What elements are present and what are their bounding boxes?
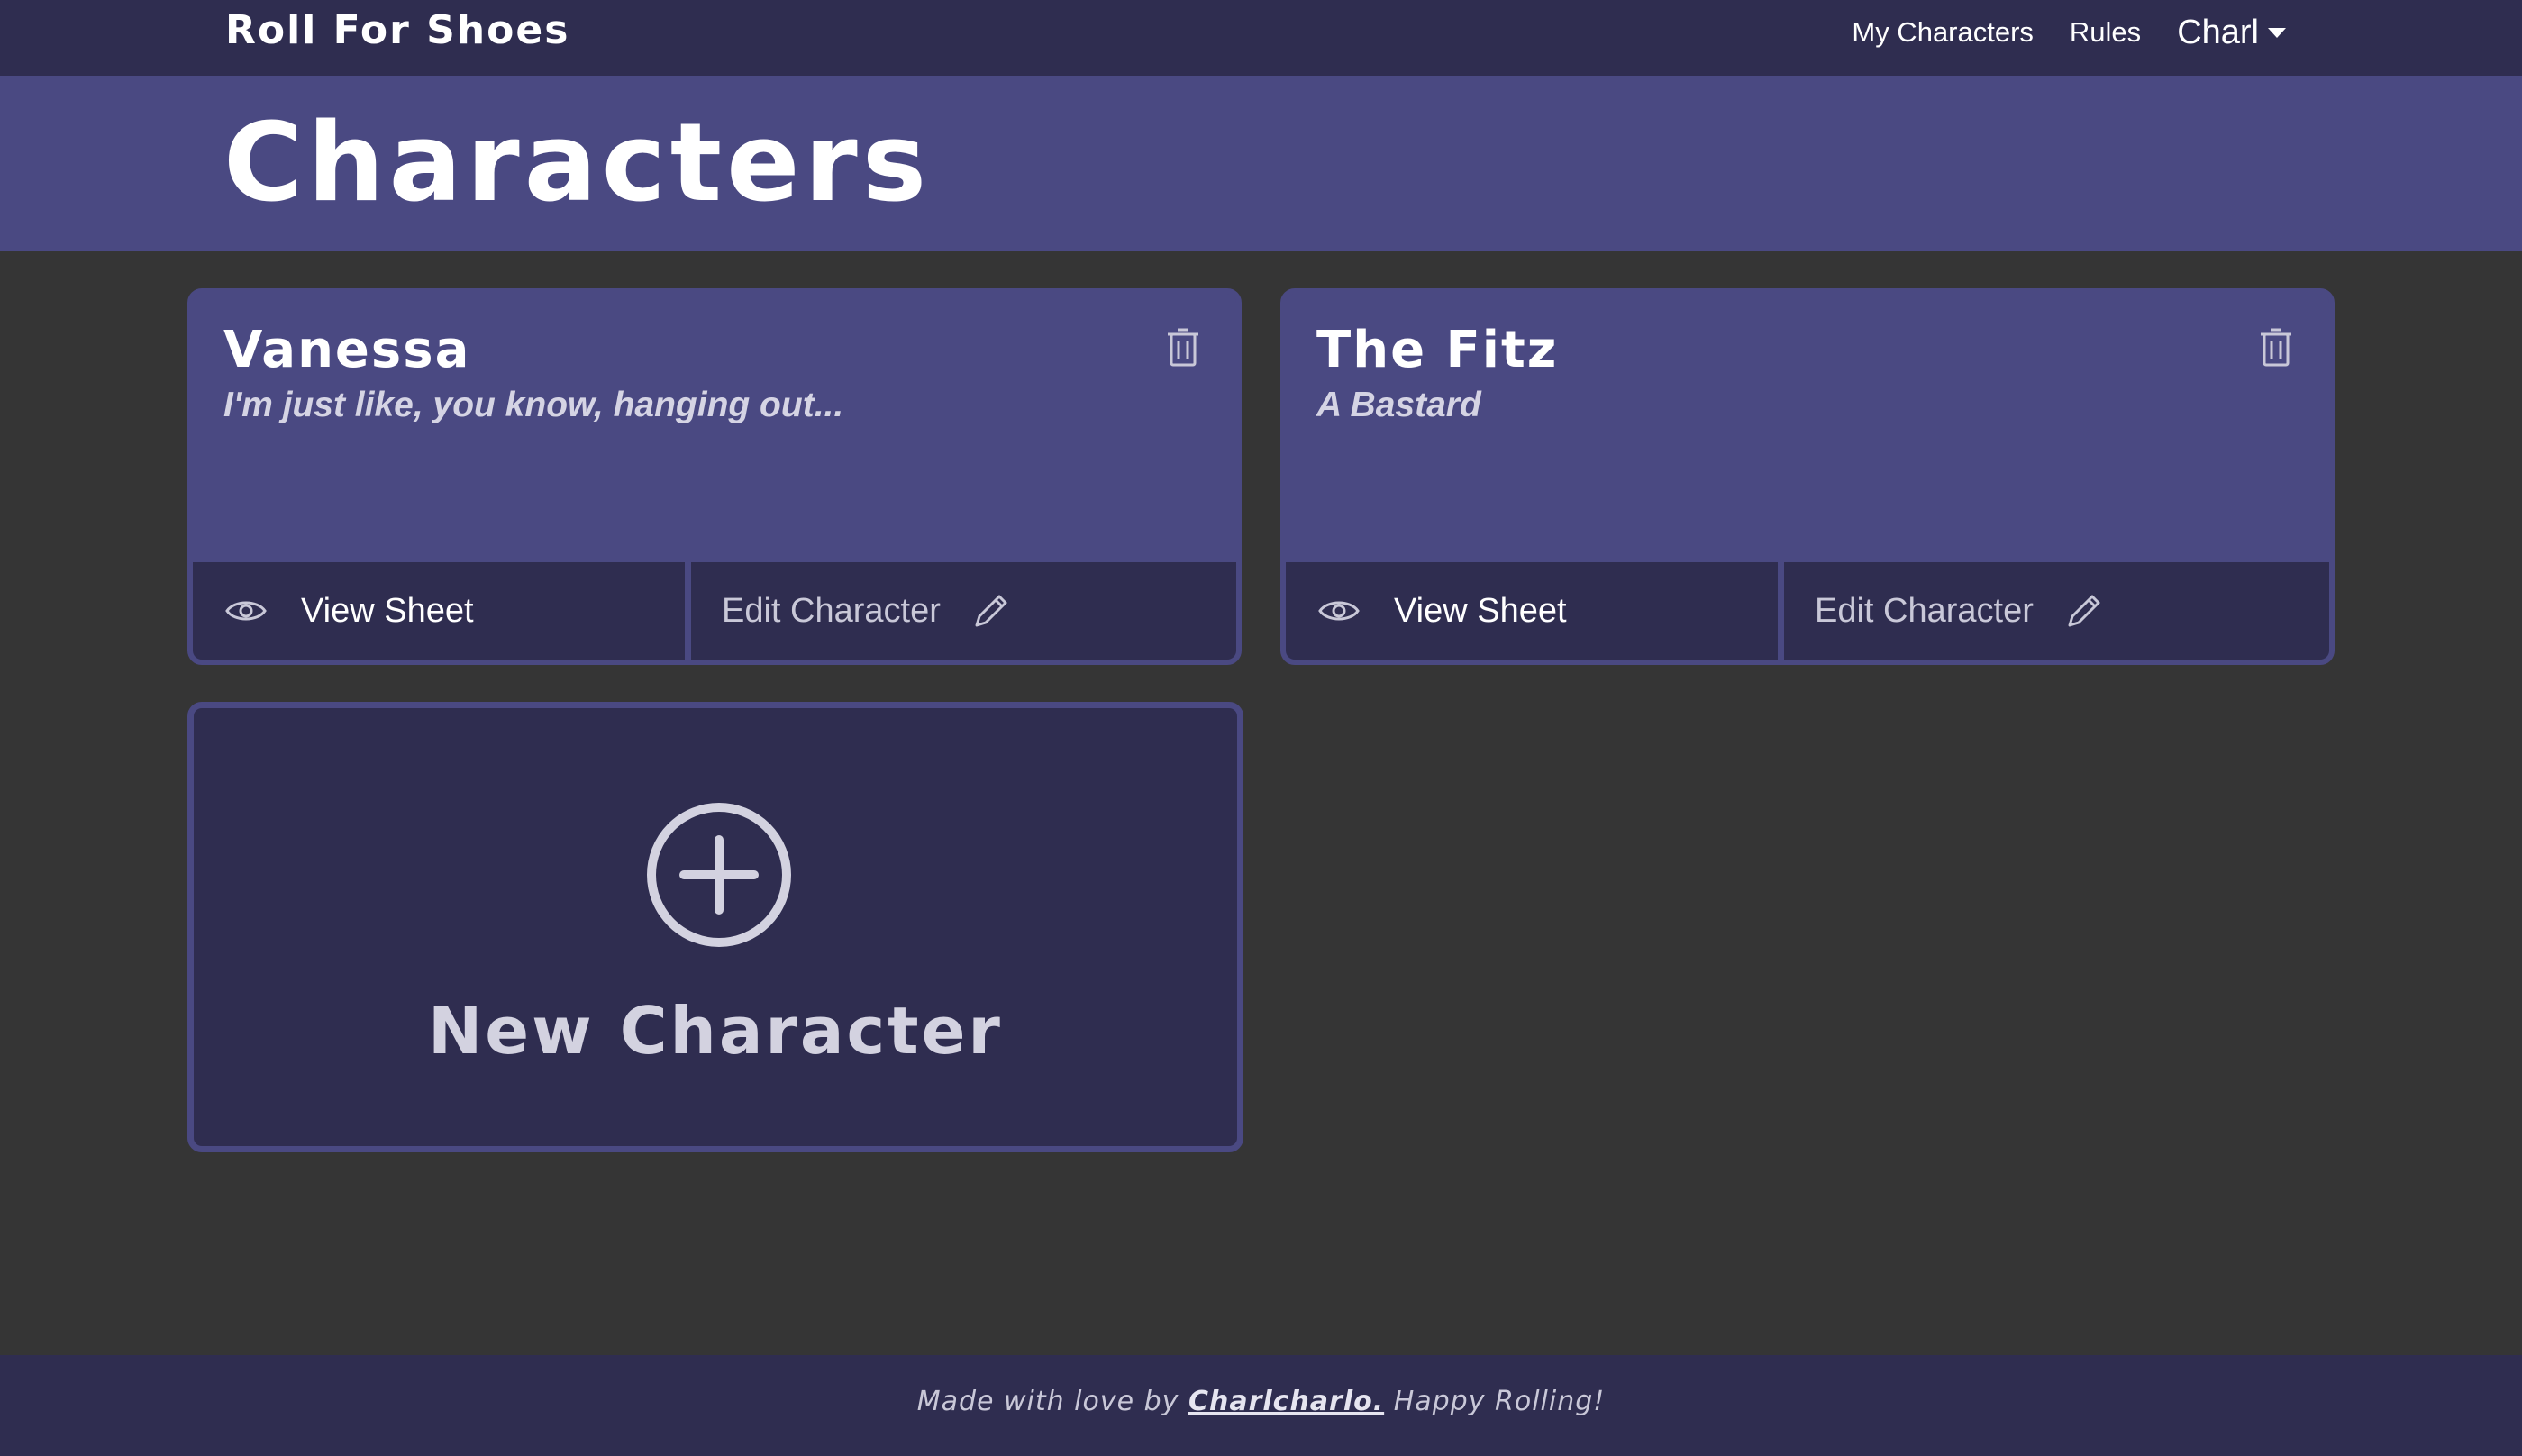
trash-icon[interactable]	[1166, 328, 1200, 368]
card-actions: View Sheet Edit Character	[193, 562, 1236, 660]
edit-character-label: Edit Character	[722, 591, 941, 630]
nav-links: My Characters Rules Charl	[1816, 11, 2286, 54]
character-name: Vanessa	[223, 321, 471, 379]
eye-icon	[225, 597, 267, 624]
edit-character-button[interactable]: Edit Character	[1784, 562, 2329, 660]
card-actions: View Sheet Edit Character	[1286, 562, 2329, 660]
new-character-label: New Character	[428, 993, 1003, 1069]
edit-character-button[interactable]: Edit Character	[691, 562, 1236, 660]
user-name: Charl	[2177, 13, 2259, 51]
brand-logo[interactable]: Roll For Shoes	[225, 5, 569, 56]
view-sheet-button[interactable]: View Sheet	[193, 562, 685, 660]
eye-icon	[1318, 597, 1360, 624]
footer-suffix: Happy Rolling!	[1393, 1386, 1606, 1417]
trash-icon[interactable]	[2259, 328, 2293, 368]
view-sheet-label: View Sheet	[301, 591, 474, 630]
character-card: The Fitz A Bastard View Sheet Edit Chara…	[1280, 288, 2335, 665]
nav-link-rules[interactable]: Rules	[2070, 16, 2141, 49]
edit-character-label: Edit Character	[1815, 591, 2034, 630]
view-sheet-label: View Sheet	[1394, 591, 1567, 630]
pencil-icon	[973, 593, 1009, 629]
plus-circle-icon	[646, 802, 792, 948]
character-name: The Fitz	[1316, 321, 1559, 379]
character-tagline: I'm just like, you know, hanging out...	[223, 386, 844, 424]
page-header: Characters	[0, 76, 2522, 251]
page-title: Characters	[223, 101, 932, 226]
character-tagline: A Bastard	[1316, 386, 1481, 424]
author-link[interactable]: Charlcharlo.	[1188, 1386, 1384, 1417]
nav-link-my-characters[interactable]: My Characters	[1852, 16, 2034, 49]
top-navbar: Roll For Shoes My Characters Rules Charl	[0, 0, 2522, 76]
user-menu-toggle[interactable]: Charl	[2177, 14, 2286, 52]
footer-prefix: Made with love by	[916, 1386, 1179, 1417]
pencil-icon	[2066, 593, 2102, 629]
footer: Made with love by Charlcharlo. Happy Rol…	[0, 1355, 2522, 1456]
new-character-button[interactable]: New Character	[187, 702, 1243, 1152]
view-sheet-button[interactable]: View Sheet	[1286, 562, 1778, 660]
footer-text: Made with love by Charlcharlo. Happy Rol…	[0, 1386, 2522, 1417]
caret-down-icon	[2268, 27, 2286, 38]
character-card: Vanessa I'm just like, you know, hanging…	[187, 288, 1242, 665]
